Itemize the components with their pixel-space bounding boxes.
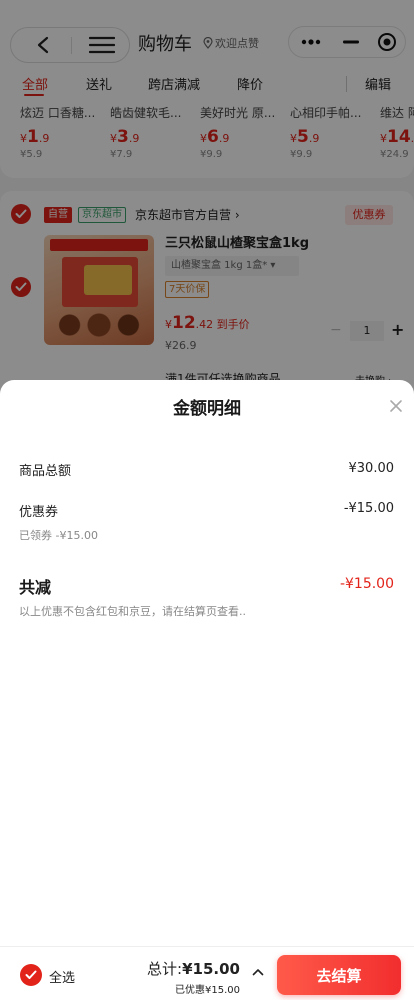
coupon-value: -¥15.00 (343, 501, 394, 516)
sheet-title: 金额明细 (173, 399, 241, 419)
chevron-up-icon (252, 969, 264, 976)
close-button[interactable] (386, 396, 406, 416)
coupon-label: 优惠券 (19, 505, 59, 520)
discount-note: 以上优惠不包含红包和京豆，请在结算页查看.. (19, 605, 246, 618)
amount-detail-sheet: 金额明细 商品总额 ¥30.00 优惠券 -¥15.00 已领券 -¥15.00… (0, 380, 414, 1000)
checkmark-icon (25, 970, 37, 979)
select-all-label[interactable]: 全选 (49, 967, 75, 986)
goods-total-label: 商品总额 (19, 464, 72, 479)
total-discount-value: -¥15.00 (339, 576, 394, 592)
close-icon (390, 400, 402, 412)
detail-toggle[interactable] (251, 965, 265, 979)
coupon-sub: 已领券 -¥15.00 (19, 529, 98, 542)
discount-amount: 已优惠¥15.00 (175, 985, 240, 996)
checkout-button[interactable]: 去结算 (277, 955, 401, 995)
select-all-checkbox[interactable] (20, 964, 42, 986)
total-discount-label: 共减 (19, 578, 52, 597)
total-amount: 总计:¥15.00 (147, 960, 240, 978)
checkout-bar: 全选 总计:¥15.00 已优惠¥15.00 去结算 (0, 946, 414, 1000)
goods-total-value: ¥30.00 (348, 461, 395, 476)
